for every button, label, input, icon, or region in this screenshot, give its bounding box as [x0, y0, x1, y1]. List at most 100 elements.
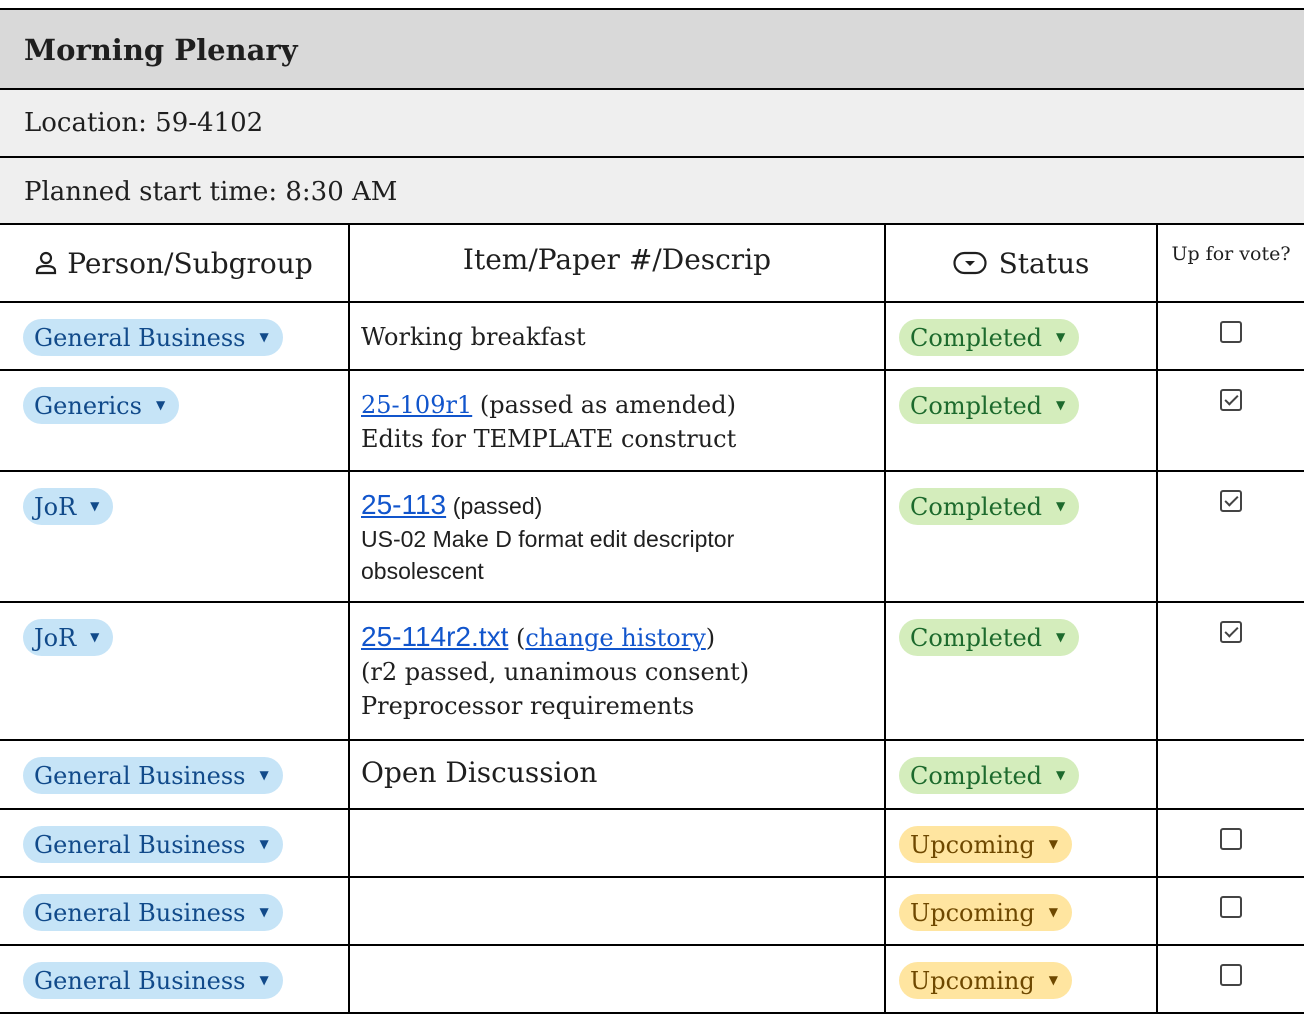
vote-cell [1156, 876, 1304, 946]
item-note: (r2 passed, unanimous consent) [361, 658, 750, 686]
change-history-link[interactable]: change history [525, 624, 705, 652]
status-cell: Upcoming ▼ [884, 808, 1158, 878]
person-cell: General Business ▼ [0, 301, 350, 371]
item-text: Working breakfast [361, 323, 586, 351]
status-label: Completed [910, 323, 1043, 352]
subgroup-chip[interactable]: JoR ▼ [23, 619, 114, 656]
caret-down-icon: ▼ [1056, 629, 1066, 644]
subgroup-chip[interactable]: JoR ▼ [23, 488, 114, 525]
person-cell: General Business ▼ [0, 808, 350, 878]
header-item[interactable]: Item/Paper #/Descrip [348, 223, 886, 303]
caret-down-icon: ▼ [1048, 972, 1058, 987]
status-label: Completed [910, 492, 1043, 521]
subgroup-label: Generics [34, 391, 142, 420]
status-label: Completed [910, 391, 1043, 420]
person-cell: Generics ▼ [0, 369, 350, 472]
person-icon [36, 251, 57, 275]
header-vote[interactable]: Up for vote? [1156, 223, 1304, 303]
caret-down-icon: ▼ [1056, 498, 1066, 513]
location-text: Location: 59-4102 [24, 108, 264, 138]
caret-down-icon: ▼ [259, 329, 269, 344]
vote-checkbox[interactable] [1220, 321, 1242, 343]
table-row: General Business ▼ Upcoming ▼ [0, 876, 1304, 946]
item-note: (passed as amended) [479, 391, 736, 419]
table-row: General Business ▼ Working breakfast Comp… [0, 301, 1304, 371]
table-row: JoR ▼ 25-114r2.txt (change history) (r2 p… [0, 601, 1304, 741]
subgroup-label: General Business [34, 830, 246, 859]
item-cell[interactable] [348, 876, 886, 946]
status-chip[interactable]: Completed ▼ [899, 319, 1080, 356]
location-bar: Location: 59-4102 [0, 88, 1304, 156]
caret-down-icon: ▼ [259, 904, 269, 919]
status-chip[interactable]: Upcoming ▼ [899, 962, 1072, 999]
item-cell[interactable]: 25-114r2.txt (change history) (r2 passed… [348, 601, 886, 741]
vote-checkbox[interactable] [1220, 828, 1242, 850]
header-row: Person/Subgroup Item/Paper #/Descrip Sta… [0, 223, 1304, 303]
status-chip[interactable]: Completed ▼ [899, 387, 1080, 424]
status-chip[interactable]: Completed ▼ [899, 488, 1080, 525]
start-time-bar: Planned start time: 8:30 AM [0, 156, 1304, 225]
item-description: Preprocessor requirements [361, 692, 695, 720]
caret-down-icon: ▼ [259, 836, 269, 851]
paper-link[interactable]: 25-113 [361, 489, 446, 520]
table-row: General Business ▼ Open Discussion Comple… [0, 739, 1304, 810]
table-row: Generics ▼ 25-109r1 (passed as amended) E… [0, 369, 1304, 472]
caret-down-icon: ▼ [155, 397, 166, 412]
status-cell: Completed ▼ [884, 601, 1158, 741]
subgroup-label: General Business [34, 323, 246, 352]
vote-checkbox[interactable] [1220, 490, 1242, 512]
caret-down-icon: ▼ [259, 767, 269, 782]
status-cell: Completed ▼ [884, 369, 1158, 472]
vote-cell [1156, 808, 1304, 878]
item-cell[interactable] [348, 808, 886, 878]
item-description: US-02 Make D format edit descriptor obso… [361, 526, 735, 584]
caret-down-icon: ▼ [90, 498, 100, 513]
status-label: Upcoming [910, 966, 1035, 995]
subgroup-chip[interactable]: General Business ▼ [23, 826, 283, 863]
status-chip[interactable]: Upcoming ▼ [899, 894, 1072, 931]
start-time-text: Planned start time: 8:30 AM [24, 176, 398, 207]
item-cell[interactable]: 25-109r1 (passed as amended) Edits for T… [348, 369, 886, 472]
vote-checkbox[interactable] [1220, 896, 1242, 918]
status-cell: Upcoming ▼ [884, 876, 1158, 946]
vote-checkbox[interactable] [1220, 389, 1242, 411]
table-row: JoR ▼ 25-113 (passed) US-02 Make D format… [0, 470, 1304, 603]
subgroup-chip[interactable]: Generics ▼ [23, 387, 180, 424]
status-label: Completed [910, 761, 1043, 790]
item-cell[interactable]: Working breakfast [348, 301, 886, 371]
subgroup-label: General Business [34, 761, 246, 790]
subgroup-label: General Business [34, 966, 246, 995]
header-status-label: Status [998, 246, 1090, 280]
subgroup-label: JoR [34, 492, 77, 521]
subgroup-chip[interactable]: General Business ▼ [23, 757, 283, 794]
subgroup-chip[interactable]: General Business ▼ [23, 319, 283, 356]
item-cell[interactable]: 25-113 (passed) US-02 Make D format edit… [348, 470, 886, 603]
status-chip[interactable]: Completed ▼ [899, 619, 1080, 656]
header-vote-label: Up for vote? [1171, 243, 1291, 265]
vote-cell [1156, 739, 1304, 810]
header-person-label: Person/Subgroup [67, 246, 313, 280]
item-cell[interactable]: Open Discussion [348, 739, 886, 810]
caret-down-icon: ▼ [90, 629, 100, 644]
section-title: Morning Plenary [24, 33, 298, 67]
paper-link[interactable]: 25-114r2.txt [361, 621, 508, 652]
status-chip[interactable]: Completed ▼ [899, 757, 1080, 794]
caret-down-icon: ▼ [1048, 836, 1058, 851]
caret-down-icon: ▼ [1056, 397, 1066, 412]
header-status[interactable]: Status [884, 223, 1158, 303]
subgroup-label: JoR [34, 623, 77, 652]
caret-down-icon: ▼ [1056, 767, 1066, 782]
caret-down-icon: ▼ [259, 972, 269, 987]
header-item-label: Item/Paper #/Descrip [462, 243, 772, 276]
subgroup-chip[interactable]: General Business ▼ [23, 962, 283, 999]
subgroup-chip[interactable]: General Business ▼ [23, 894, 283, 931]
vote-cell [1156, 601, 1304, 741]
agenda-sheet: Morning Plenary Location: 59-4102 Planne… [0, 0, 1304, 1014]
vote-checkbox[interactable] [1220, 621, 1242, 643]
header-person[interactable]: Person/Subgroup [0, 223, 350, 303]
item-text: Open Discussion [361, 756, 598, 789]
status-chip[interactable]: Upcoming ▼ [899, 826, 1072, 863]
vote-checkbox[interactable] [1220, 964, 1242, 986]
agenda-table: Person/Subgroup Item/Paper #/Descrip Sta… [0, 223, 1304, 1014]
paper-link[interactable]: 25-109r1 [361, 391, 472, 419]
